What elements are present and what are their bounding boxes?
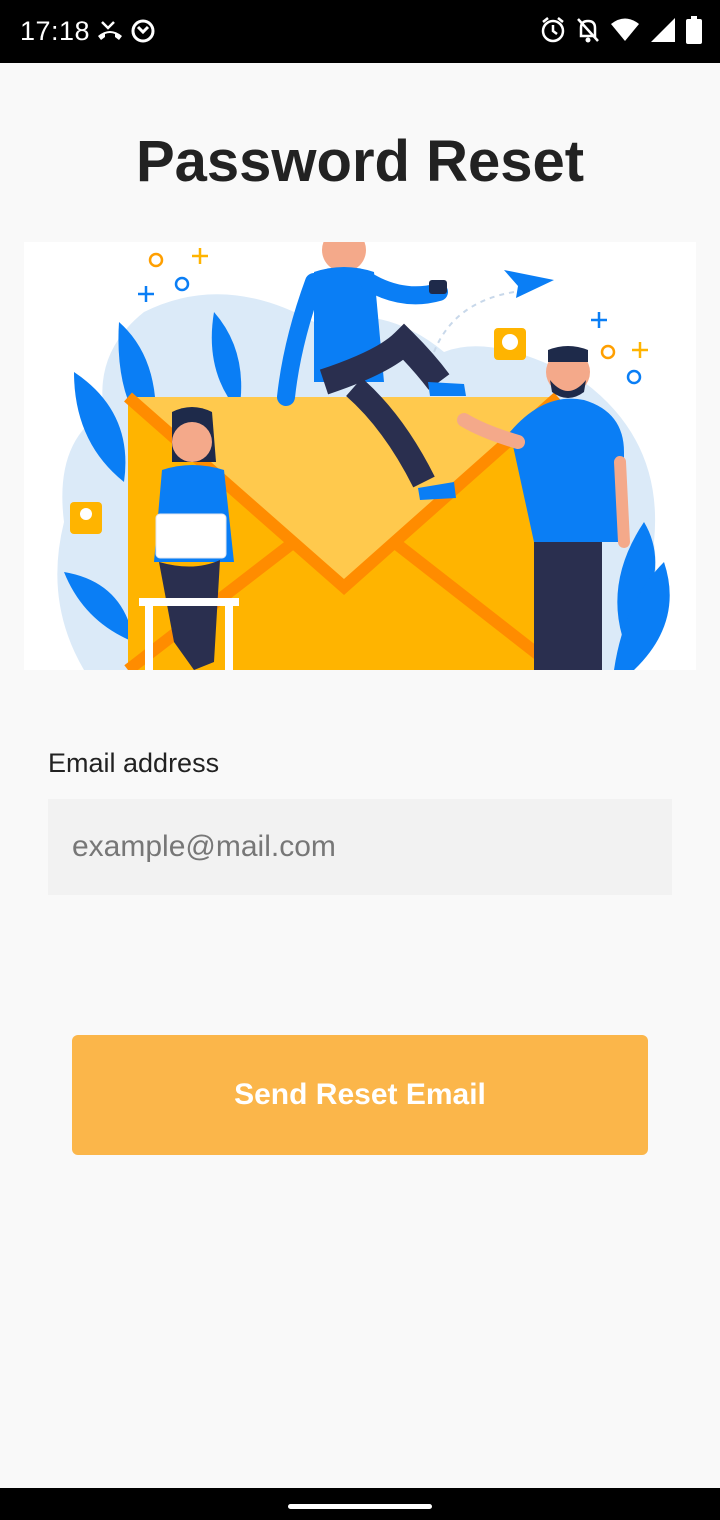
- missed-call-icon: [96, 18, 124, 49]
- wifi-icon: [610, 17, 640, 48]
- email-label: Email address: [48, 748, 220, 778]
- email-field[interactable]: [48, 799, 672, 895]
- navigation-bar: [0, 1488, 720, 1520]
- battery-icon: [686, 16, 702, 49]
- home-indicator[interactable]: [288, 1504, 432, 1509]
- hero-illustration: [24, 242, 696, 670]
- signal-icon: [650, 17, 676, 48]
- send-reset-email-button[interactable]: Send Reset Email: [72, 1035, 648, 1155]
- data-saver-icon: [130, 18, 156, 49]
- status-time: 17:18: [20, 16, 91, 46]
- page-title: Password Reset: [135, 129, 585, 194]
- alarm-icon: [540, 16, 566, 49]
- status-bar: 17:18: [0, 0, 720, 63]
- notifications-off-icon: [576, 16, 600, 49]
